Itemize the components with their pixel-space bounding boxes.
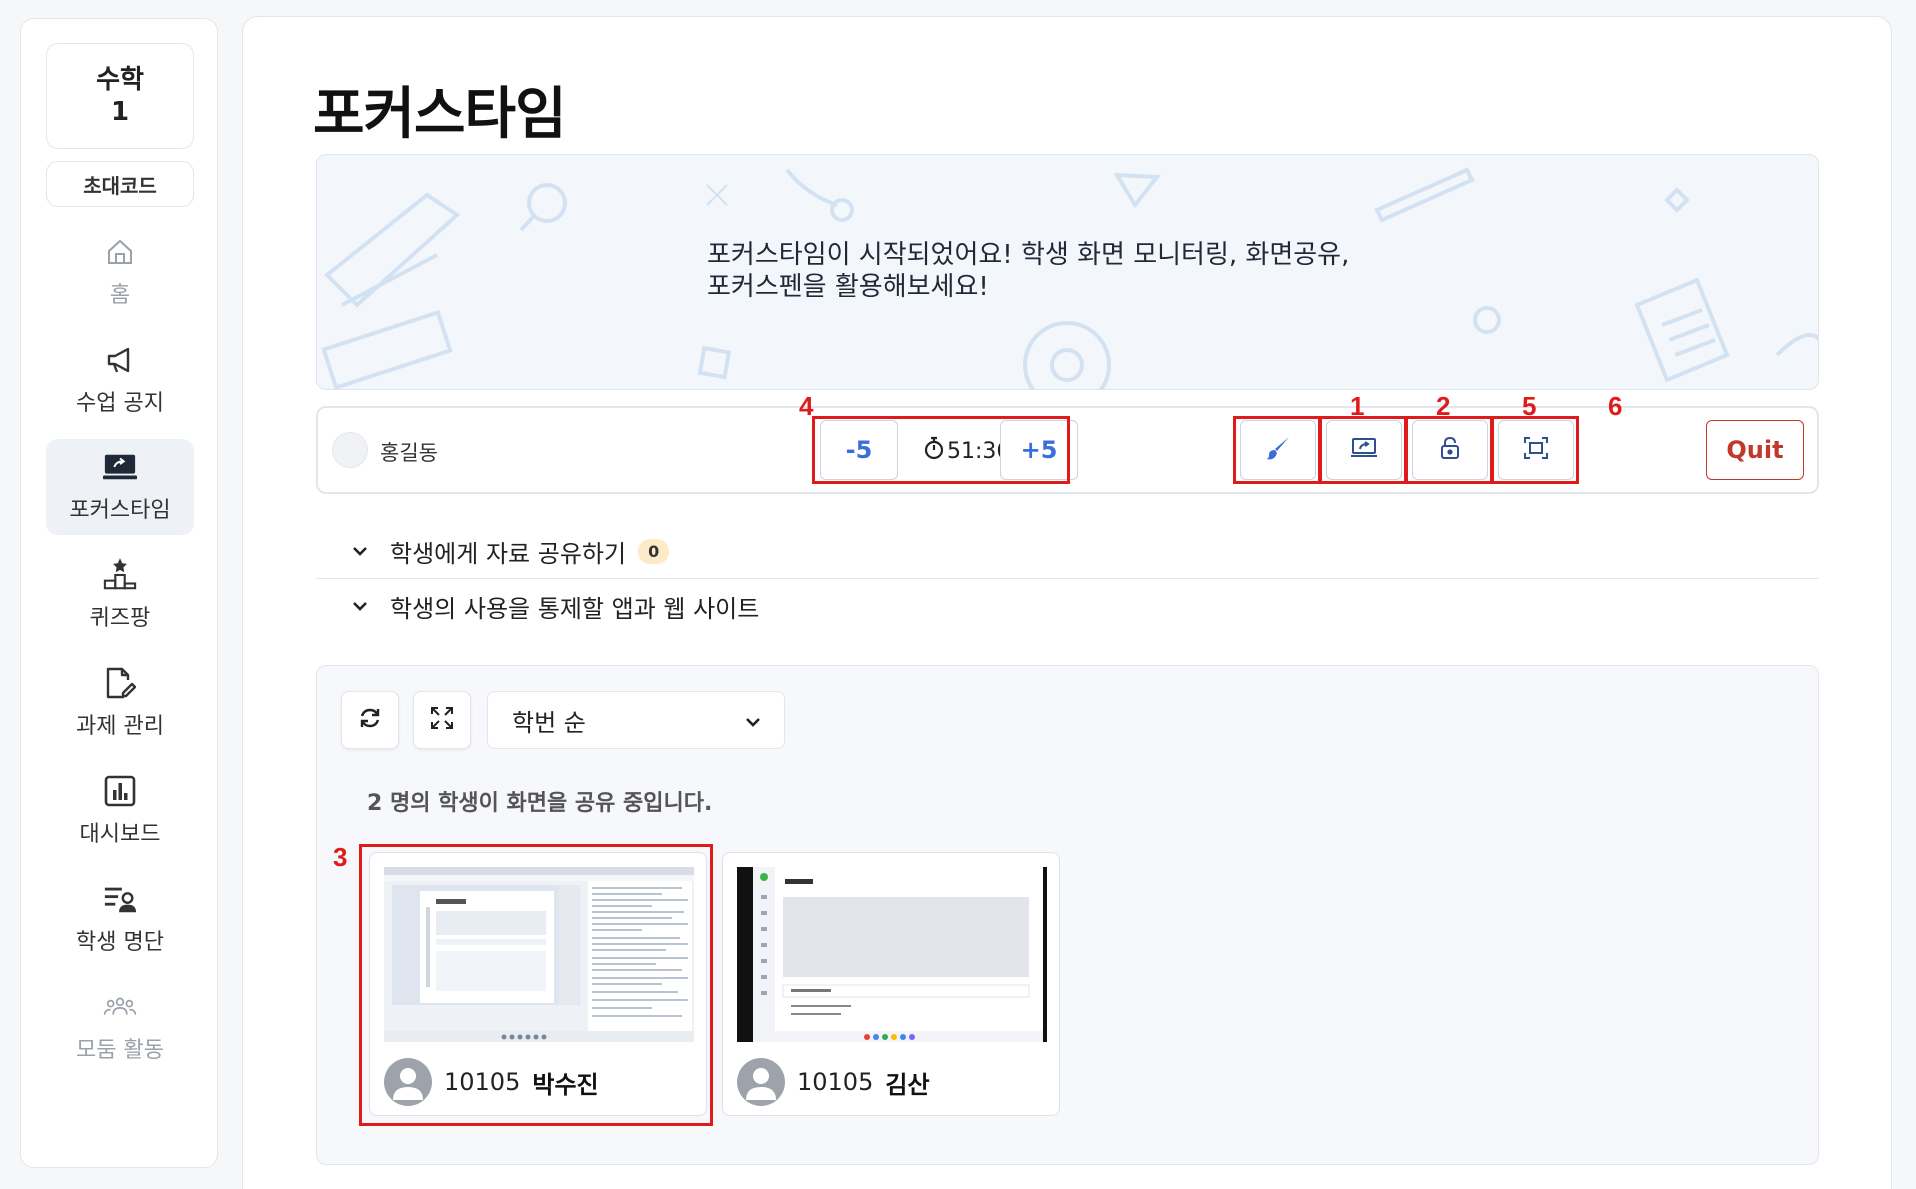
document-edit-icon xyxy=(103,666,137,700)
info-banner: 포커스타임이 시작되었어요! 학생 화면 모니터링, 화면공유, 포커스펜을 활… xyxy=(316,154,1819,390)
sidebar-item-assignments[interactable]: 과제 관리 xyxy=(46,655,194,751)
student-info: 10105 박수진 xyxy=(384,1057,599,1107)
banner-line-2: 포커스펜을 활용해보세요! xyxy=(707,272,989,302)
group-icon xyxy=(103,990,137,1024)
fullscreen-icon xyxy=(1523,436,1549,464)
chevron-down-icon xyxy=(340,545,380,557)
expand-icon xyxy=(429,705,455,735)
sidebar-item-quiz[interactable]: 퀴즈팡 xyxy=(46,547,194,643)
focus-pen-button[interactable] xyxy=(1240,420,1316,480)
class-card[interactable]: 수학 1 xyxy=(46,43,194,149)
megaphone-icon xyxy=(103,343,137,377)
student-screens-panel: 학번 순 2 명의 학생이 화면을 공유 중입니다. 10105 박수진 101… xyxy=(316,665,1819,1165)
accordion-label: 학생에게 자료 공유하기 xyxy=(390,539,627,568)
teacher-name: 홍길동 xyxy=(380,441,438,465)
bar-chart-icon xyxy=(103,774,137,808)
timer-minus-5-button[interactable]: -5 xyxy=(820,420,898,480)
sidebar-item-label: 학생 명단 xyxy=(76,930,164,955)
class-number: 1 xyxy=(110,97,130,127)
app-web-control-accordion[interactable]: 학생의 사용을 통제할 앱과 웹 사이트 xyxy=(316,579,1819,633)
banner-message: 포커스타임이 시작되었어요! 학생 화면 모니터링, 화면공유, 포커스펜을 활… xyxy=(707,239,1467,303)
annotation-number-1: 1 xyxy=(1350,391,1365,421)
focus-control-bar: 홍길동 -5 51:36 +5 Quit xyxy=(316,406,1819,494)
class-name: 수학 xyxy=(96,65,144,95)
accordion-label: 학생의 사용을 통제할 앱과 웹 사이트 xyxy=(390,594,760,623)
student-id: 10105 xyxy=(444,1068,521,1096)
sort-select-value: 학번 순 xyxy=(512,708,586,737)
annotation-number-5: 5 xyxy=(1522,391,1537,421)
student-list-icon xyxy=(103,882,137,916)
annotation-number-4: 4 xyxy=(799,391,814,421)
annotation-number-3: 3 xyxy=(333,842,348,872)
quit-button[interactable]: Quit xyxy=(1706,420,1804,480)
sidebar-item-label: 모둠 활동 xyxy=(76,1038,164,1063)
main-panel: 포커스타임 포커스타임이 시작되었어요! 학생 화면 모니터링, 화면공유, 포… xyxy=(242,16,1892,1189)
lock-screen-button[interactable] xyxy=(1412,420,1488,480)
screen-share-icon xyxy=(103,450,137,484)
screen-thumbnail xyxy=(737,867,1047,1042)
chevron-down-icon xyxy=(744,706,762,734)
sort-select[interactable]: 학번 순 xyxy=(487,691,785,749)
screen-share-icon xyxy=(1350,437,1378,463)
expand-view-button[interactable] xyxy=(413,691,471,749)
timer-display: 51:36 xyxy=(923,436,1010,466)
invite-code-button[interactable]: 초대코드 xyxy=(46,161,194,207)
avatar xyxy=(332,432,368,468)
avatar xyxy=(737,1058,785,1106)
sidebar-item-label: 포커스타임 xyxy=(69,498,171,523)
share-count-badge: 0 xyxy=(638,538,670,564)
sidebar-item-label: 퀴즈팡 xyxy=(89,606,151,631)
podium-icon xyxy=(103,558,137,592)
share-materials-accordion[interactable]: 학생에게 자료 공유하기 0 xyxy=(316,524,1819,578)
sidebar-item-notice[interactable]: 수업 공지 xyxy=(46,332,194,428)
avatar xyxy=(384,1058,432,1106)
timer-plus-5-button[interactable]: +5 xyxy=(1000,420,1078,480)
fullscreen-monitor-button[interactable] xyxy=(1498,420,1574,480)
student-id: 10105 xyxy=(797,1068,874,1096)
lock-icon xyxy=(1440,436,1460,464)
sidebar-item-label: 수업 공지 xyxy=(76,391,164,416)
student-name: 김산 xyxy=(885,1070,930,1099)
sidebar-item-group-activity[interactable]: 모둠 활동 xyxy=(46,979,194,1075)
sidebar-item-dashboard[interactable]: 대시보드 xyxy=(46,763,194,859)
sidebar-item-focustime[interactable]: 포커스타임 xyxy=(46,439,194,535)
refresh-icon xyxy=(358,706,382,734)
sharing-status-text: 2 명의 학생이 화면을 공유 중입니다. xyxy=(367,791,713,816)
annotation-number-6: 6 xyxy=(1608,391,1623,421)
student-screen-card[interactable]: 10105 박수진 xyxy=(369,852,707,1116)
sidebar-item-home[interactable]: 홈 xyxy=(46,224,194,320)
sidebar-item-label: 대시보드 xyxy=(79,822,161,847)
stopwatch-icon xyxy=(923,436,945,466)
sidebar-item-label: 과제 관리 xyxy=(76,714,164,739)
page-title: 포커스타임 xyxy=(313,82,567,147)
student-info: 10105 김산 xyxy=(737,1057,930,1107)
student-name: 박수진 xyxy=(532,1070,599,1099)
banner-line-1: 포커스타임이 시작되었어요! 학생 화면 모니터링, 화면공유, xyxy=(707,240,1350,270)
sidebar-item-students[interactable]: 학생 명단 xyxy=(46,871,194,967)
sidebar: 수학 1 초대코드 홈 수업 공지 포커스타임 퀴즈팡 과제 관리 대시보드 학… xyxy=(20,18,218,1168)
brush-icon xyxy=(1265,435,1291,465)
refresh-button[interactable] xyxy=(341,691,399,749)
chevron-down-icon xyxy=(340,600,380,612)
screen-share-button[interactable] xyxy=(1326,420,1402,480)
annotation-number-2: 2 xyxy=(1436,391,1451,421)
student-screen-card[interactable]: 10105 김산 xyxy=(722,852,1060,1116)
sidebar-item-label: 홈 xyxy=(109,283,131,308)
screen-thumbnail xyxy=(384,867,694,1042)
home-icon xyxy=(103,235,137,269)
